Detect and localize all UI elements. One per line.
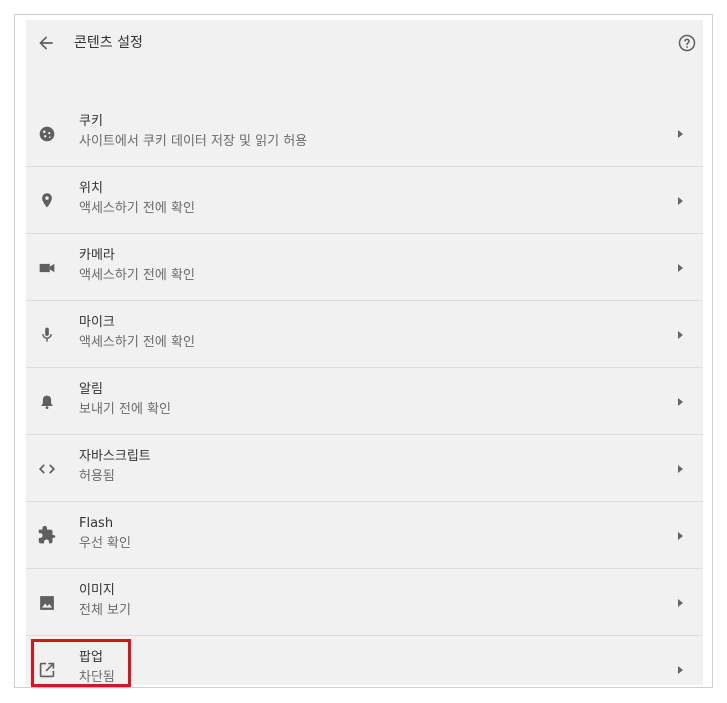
chevron-right-icon (678, 398, 683, 406)
chevron-right-icon (678, 666, 683, 674)
cookie-icon (39, 126, 55, 142)
settings-item-title: 팝업 (79, 650, 103, 665)
puzzle-icon (38, 525, 56, 544)
settings-item-subtitle: 액세스하기 전에 확인 (79, 335, 195, 350)
screenshot-frame: 콘텐츠 설정 쿠키 사이트에서 쿠키 데이터 저장 및 읽기 허용 위치 액세스… (14, 14, 713, 688)
settings-item-javascript[interactable]: 자바스크립트 허용됨 (26, 435, 703, 502)
settings-item-images[interactable]: 이미지 전체 보기 (26, 569, 703, 636)
camera-icon (39, 263, 55, 273)
settings-item-subtitle: 우선 확인 (79, 536, 131, 551)
settings-item-microphone[interactable]: 마이크 액세스하기 전에 확인 (26, 301, 703, 368)
chevron-right-icon (678, 465, 683, 473)
settings-item-title: 이미지 (79, 583, 115, 598)
chevron-right-icon (678, 264, 683, 272)
settings-item-title: 쿠키 (79, 114, 103, 129)
microphone-icon (42, 327, 52, 342)
help-circle-icon[interactable] (677, 33, 697, 53)
settings-item-subtitle: 액세스하기 전에 확인 (79, 201, 195, 216)
location-pin-icon (42, 193, 52, 208)
page-title: 콘텐츠 설정 (74, 35, 143, 51)
settings-item-title: 카메라 (79, 248, 115, 263)
settings-item-title: 알림 (79, 382, 103, 397)
settings-header: 콘텐츠 설정 (26, 20, 703, 100)
image-icon (40, 596, 54, 610)
settings-item-flash[interactable]: Flash 우선 확인 (26, 502, 703, 569)
chevron-right-icon (678, 599, 683, 607)
settings-item-subtitle: 허용됨 (79, 469, 115, 484)
settings-item-title: 위치 (79, 181, 103, 196)
settings-item-subtitle: 차단됨 (79, 670, 115, 685)
settings-item-subtitle: 액세스하기 전에 확인 (79, 268, 195, 283)
chevron-right-icon (678, 532, 683, 540)
settings-item-title: 마이크 (79, 315, 115, 330)
settings-item-camera[interactable]: 카메라 액세스하기 전에 확인 (26, 234, 703, 301)
open-in-new-icon (39, 662, 55, 678)
settings-item-title: 자바스크립트 (79, 449, 151, 464)
settings-item-popups[interactable]: 팝업 차단됨 (26, 636, 703, 703)
chevron-right-icon (678, 130, 683, 138)
chevron-right-icon (678, 197, 683, 205)
settings-item-subtitle: 사이트에서 쿠키 데이터 저장 및 읽기 허용 (79, 134, 308, 149)
chevron-right-icon (678, 331, 683, 339)
content-settings-panel: 콘텐츠 설정 쿠키 사이트에서 쿠키 데이터 저장 및 읽기 허용 위치 액세스… (26, 20, 703, 687)
bell-icon (41, 395, 53, 410)
settings-item-cookies[interactable]: 쿠키 사이트에서 쿠키 데이터 저장 및 읽기 허용 (26, 100, 703, 167)
settings-item-subtitle: 보내기 전에 확인 (79, 402, 171, 417)
settings-item-title: Flash (79, 516, 114, 531)
settings-item-notifications[interactable]: 알림 보내기 전에 확인 (26, 368, 703, 435)
settings-item-location[interactable]: 위치 액세스하기 전에 확인 (26, 167, 703, 234)
settings-item-subtitle: 전체 보기 (79, 603, 131, 618)
settings-list: 쿠키 사이트에서 쿠키 데이터 저장 및 읽기 허용 위치 액세스하기 전에 확… (26, 100, 703, 703)
code-brackets-icon (38, 464, 56, 474)
arrow-back-icon[interactable] (36, 33, 56, 53)
